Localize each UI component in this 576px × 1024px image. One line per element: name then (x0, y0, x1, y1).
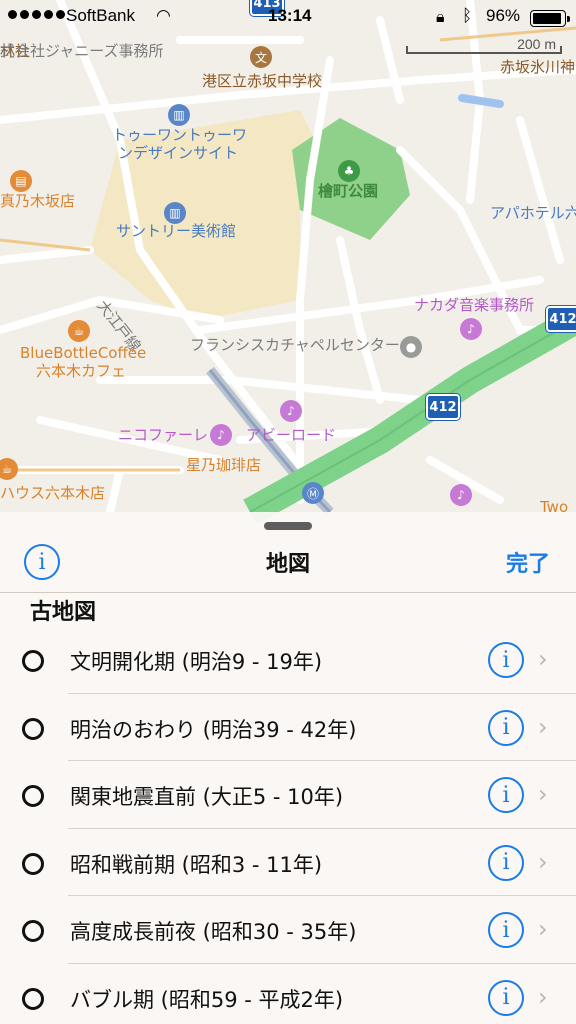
museum-icon[interactable]: ▥ (164, 202, 186, 224)
store-icon[interactable]: ▤ (10, 170, 32, 192)
school-icon[interactable]: 文 (250, 46, 272, 68)
scale-label: 200 m (517, 36, 556, 52)
chevron-right-icon: › (538, 712, 548, 741)
carrier-name: SoftBank (66, 6, 135, 25)
list-item[interactable]: 明治のおわり (明治39 - 42年) i › (0, 694, 576, 761)
list-item-label: 関東地震直前 (大正5 - 10年) (70, 785, 344, 809)
music-icon[interactable]: ♪ (210, 424, 232, 446)
map-label: 星乃珈琲店 (186, 456, 262, 474)
list-item-label: 昭和戦前期 (昭和3 - 11年) (70, 852, 323, 877)
old-maps-list: 文明開化期 (明治9 - 19年) i › 明治のおわり (明治39 - 42年… (0, 626, 576, 1024)
list-item[interactable]: 高度成長前夜 (昭和30 - 35年) i › (0, 896, 576, 964)
map-label: フランシスカチャペルセンター (190, 336, 400, 354)
list-item[interactable]: 文明開化期 (明治9 - 19年) i › (0, 626, 576, 694)
map-label: アビーロード (246, 426, 337, 444)
info-icon[interactable]: i (488, 979, 524, 1016)
map-label: 式会社ジャニーズ事務所 (0, 42, 164, 60)
chevron-right-icon: › (538, 780, 548, 808)
radio-button[interactable] (22, 650, 44, 672)
wifi-icon: ◠ (156, 6, 171, 26)
info-icon[interactable]: i (488, 777, 524, 813)
music-icon[interactable]: ♪ (450, 484, 472, 506)
battery-icon (530, 10, 570, 27)
chevron-right-icon: › (538, 645, 548, 673)
route-shield-412-lower: 412 (426, 394, 460, 420)
map-layers-sheet[interactable]: i 地図 完了 古地図 文明開化期 (明治9 - 19年) i › 明治のおわり… (0, 512, 576, 1024)
chevron-right-icon: › (538, 847, 548, 876)
sheet-grabber-handle[interactable] (264, 522, 312, 530)
park-icon[interactable]: ♣ (338, 160, 360, 182)
battery-percentage: 96% (486, 6, 521, 25)
chevron-right-icon: › (538, 915, 548, 943)
map-scale: 200 m (406, 36, 562, 58)
map-label: トゥーワントゥーワ (112, 126, 248, 144)
list-item[interactable]: 昭和戦前期 (昭和3 - 11年) i › (0, 829, 576, 896)
map-label: ニコファーレ (118, 426, 209, 444)
music-icon[interactable]: ♪ (460, 318, 482, 340)
list-item-label: 高度成長前夜 (昭和30 - 35年) (70, 920, 357, 944)
map-label: 六本木カフェ (36, 362, 127, 380)
map-label: サントリー美術館 (116, 222, 237, 240)
info-icon[interactable]: i (488, 844, 524, 881)
list-item-label: 文明開化期 (明治9 - 19年) (70, 650, 323, 674)
sheet-header: i 地図 完了 (0, 536, 576, 592)
rotation-lock-icon: 🔒︎ (436, 7, 445, 26)
map-label: アパホテル六 (490, 204, 576, 222)
radio-button[interactable] (22, 987, 44, 1010)
section-header: 古地図 (30, 600, 97, 625)
info-icon[interactable]: i (488, 709, 524, 746)
info-icon[interactable]: i (488, 912, 524, 948)
radio-button[interactable] (22, 717, 44, 740)
map-label: ンデザインサイト (118, 144, 239, 162)
music-icon[interactable]: ♪ (280, 400, 302, 422)
cafe-icon[interactable]: ☕ (68, 320, 90, 342)
landmark-icon[interactable]: ▥ (168, 104, 190, 126)
info-icon[interactable]: i (488, 642, 524, 678)
list-item-label: 明治のおわり (明治39 - 42年) (70, 717, 357, 742)
bluetooth-icon: ᛒ (462, 6, 473, 26)
status-time: 13:14 (268, 6, 312, 25)
poi-icon[interactable]: ● (400, 336, 422, 358)
signal-strength-icon (8, 10, 65, 19)
list-item[interactable]: 関東地震直前 (大正5 - 10年) i › (0, 761, 576, 829)
radio-button[interactable] (22, 920, 44, 942)
station-icon[interactable]: Ⓜ (302, 482, 324, 504)
done-button[interactable]: 完了 (506, 546, 550, 578)
divider (0, 592, 576, 593)
list-item-label: バブル期 (昭和59 - 平成2年) (70, 987, 344, 1012)
map-label: 檜町公園 (318, 182, 379, 200)
map-label: ハウス六本木店 (0, 484, 106, 502)
chevron-right-icon: › (538, 982, 548, 1011)
radio-button[interactable] (22, 785, 44, 807)
status-bar: SoftBank ◠ 13:14 🔒︎ ᛒ 96% (0, 0, 576, 34)
map-label: 真乃木坂店 (0, 192, 76, 210)
radio-button[interactable] (22, 852, 44, 875)
map-label: BlueBottleCoffee (20, 344, 147, 362)
list-item[interactable]: バブル期 (昭和59 - 平成2年) i › (0, 964, 576, 1024)
map-label: 港区立赤坂中学校 (202, 72, 323, 90)
map-label: ナカダ音楽事務所 (414, 296, 535, 314)
map-label: 赤坂氷川神 (500, 58, 576, 76)
sheet-title: 地図 (265, 552, 310, 577)
route-shield-412-upper: 412 (546, 306, 576, 332)
